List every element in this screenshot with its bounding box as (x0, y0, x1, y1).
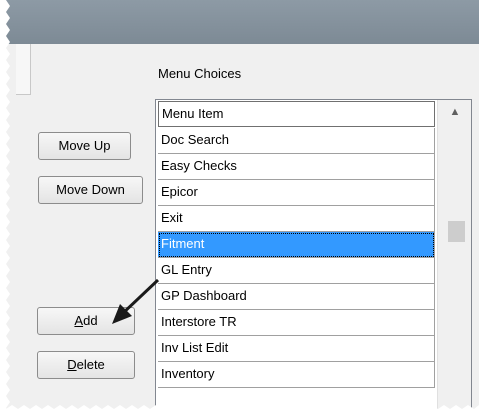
delete-label: elete (76, 357, 105, 372)
list-item[interactable]: Doc Search (158, 128, 435, 154)
list-item[interactable]: GP Dashboard (158, 284, 435, 310)
add-accelerator: A (74, 313, 84, 328)
list-item[interactable]: Inventory (158, 362, 435, 388)
scroll-thumb[interactable] (448, 221, 465, 242)
list-item[interactable]: Exit (158, 206, 435, 232)
list-item-selected[interactable]: Fitment (158, 232, 435, 258)
list-item[interactable]: Easy Checks (158, 154, 435, 180)
window-titlebar (0, 0, 479, 44)
delete-button[interactable]: Delete (37, 351, 135, 379)
torn-bottom-edge (0, 405, 479, 413)
column-header-menu-item[interactable]: Menu Item (158, 101, 435, 127)
list-item[interactable]: GL Entry (158, 258, 435, 284)
scroll-up-arrow-icon[interactable]: ▲ (438, 100, 471, 124)
move-up-button[interactable]: Move Up (38, 132, 131, 160)
menu-items-list[interactable]: Menu Item Doc Search Easy Checks Epicor … (155, 99, 472, 413)
vertical-scrollbar[interactable]: ▲ (437, 100, 471, 412)
menu-choices-label: Menu Choices (158, 66, 242, 81)
move-down-button[interactable]: Move Down (38, 176, 143, 204)
list-item[interactable]: Interstore TR (158, 310, 435, 336)
callout-arrow-icon (112, 278, 160, 324)
torn-left-edge (0, 0, 10, 413)
list-item[interactable]: Inv List Edit (158, 336, 435, 362)
delete-accelerator: D (67, 357, 77, 372)
add-label: dd (83, 313, 98, 328)
left-panel-edge (16, 44, 31, 95)
list-item[interactable]: Epicor (158, 180, 435, 206)
